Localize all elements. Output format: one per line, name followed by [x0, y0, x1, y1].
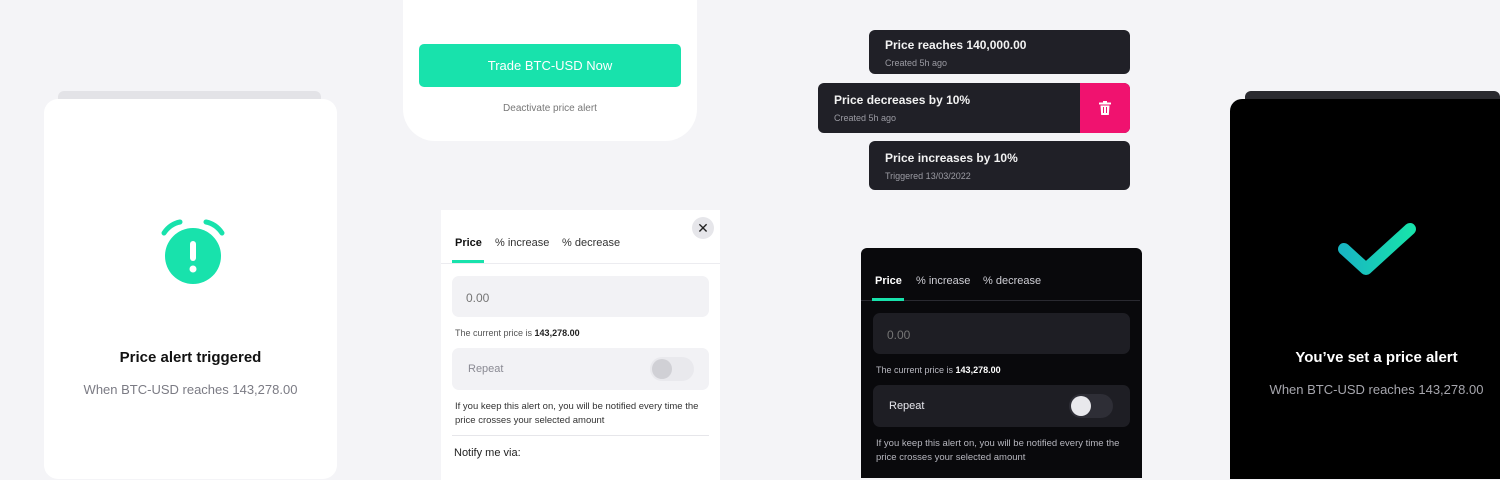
price-input[interactable]: [885, 313, 1109, 356]
repeat-row: Repeat: [873, 385, 1130, 427]
alert-item[interactable]: Price reaches 140,000.00 Created 5h ago: [869, 30, 1130, 74]
current-price-text: The current price is 143,278.00: [876, 365, 1001, 375]
light-price-alert-form: ✕ Price % increase % decrease The curren…: [441, 210, 720, 480]
price-field[interactable]: [873, 313, 1130, 356]
alert-status: Triggered 13/03/2022: [885, 171, 971, 181]
alert-set-title: You’ve set a price alert: [1295, 349, 1458, 366]
alert-triggered-title: Price alert triggered: [119, 349, 262, 366]
alarm-clock-exclamation-icon: [161, 219, 225, 284]
alert-set-subtitle: When BTC-USD reaches 143,278.00: [1269, 382, 1484, 397]
trade-card: Trade BTC-USD Now Deactivate price alert: [403, 0, 697, 141]
delete-alert-button[interactable]: [1080, 83, 1130, 133]
alert-status: Created 5h ago: [885, 58, 948, 68]
alert-title: Price reaches 140,000.00: [885, 38, 1027, 52]
tab-percent-increase[interactable]: % increase: [495, 237, 549, 249]
tab-percent-increase[interactable]: % increase: [916, 275, 970, 287]
repeat-label: Repeat: [468, 363, 504, 375]
active-tab-indicator: [872, 298, 904, 301]
tab-percent-decrease[interactable]: % decrease: [562, 237, 620, 249]
toggle-knob: [652, 359, 672, 379]
repeat-info-text: If you keep this alert on, you will be n…: [455, 401, 699, 426]
trade-now-button[interactable]: Trade BTC-USD Now: [419, 44, 681, 87]
alert-type-tabs: Price % increase % decrease: [861, 271, 1140, 301]
repeat-info-text: If you keep this alert on, you will be n…: [876, 438, 1120, 463]
current-price-prefix: The current price is: [876, 365, 954, 375]
alert-triggered-subtitle: When BTC-USD reaches 143,278.00: [83, 382, 298, 397]
alert-item[interactable]: Price increases by 10% Triggered 13/03/2…: [869, 141, 1130, 190]
alert-title: Price increases by 10%: [885, 151, 1018, 165]
dark-price-alert-form: Price % increase % decrease The current …: [861, 248, 1142, 478]
price-alert-triggered-card: Price alert triggered When BTC-USD reach…: [44, 99, 337, 479]
current-price-text: The current price is 143,278.00: [455, 328, 580, 338]
alert-type-tabs: Price % increase % decrease: [441, 234, 720, 264]
tab-price[interactable]: Price: [455, 237, 482, 249]
current-price-value: 143,278.00: [534, 328, 580, 338]
alert-title: Price decreases by 10%: [834, 93, 971, 107]
current-price-value: 143,278.00: [955, 365, 1001, 375]
notify-me-label: Notify me via:: [454, 447, 521, 459]
price-field[interactable]: [452, 276, 709, 319]
repeat-toggle[interactable]: [1069, 394, 1113, 418]
alert-status: Created 5h ago: [834, 113, 897, 123]
repeat-toggle[interactable]: [650, 357, 694, 381]
price-input[interactable]: [464, 276, 688, 319]
tab-price[interactable]: Price: [875, 275, 902, 287]
checkmark-icon: [1338, 223, 1416, 275]
divider: [452, 435, 709, 436]
current-price-prefix: The current price is: [455, 328, 533, 338]
active-tab-indicator: [452, 260, 484, 263]
tab-percent-decrease[interactable]: % decrease: [983, 275, 1041, 287]
toggle-knob: [1071, 396, 1091, 416]
deactivate-alert-link[interactable]: Deactivate price alert: [403, 103, 697, 114]
trash-icon: [1099, 101, 1111, 115]
repeat-row: Repeat: [452, 348, 709, 390]
price-alert-set-card: You’ve set a price alert When BTC-USD re…: [1230, 99, 1500, 479]
alert-item-swiped[interactable]: Price decreases by 10% Created 5h ago: [818, 83, 1130, 133]
repeat-label: Repeat: [889, 400, 925, 412]
